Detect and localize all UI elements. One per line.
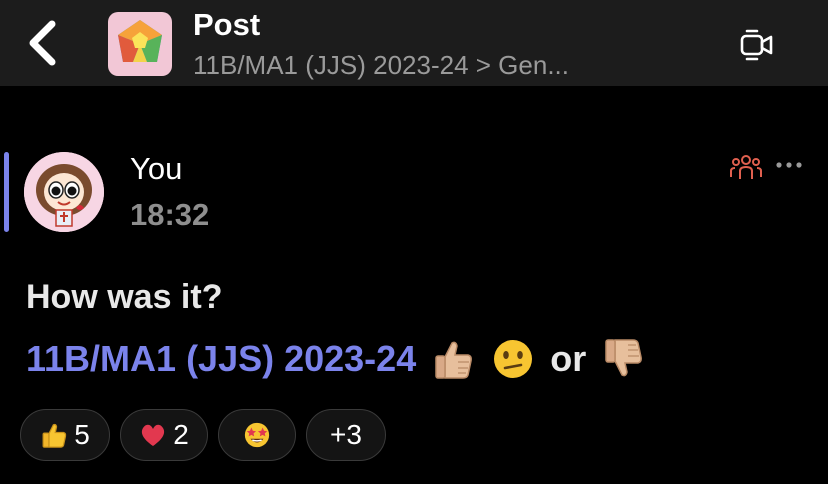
reaction-heart[interactable]: 2 bbox=[120, 409, 208, 461]
page-title: Post bbox=[193, 7, 261, 42]
cartoon-avatar-icon bbox=[24, 152, 104, 232]
thumbs-up-icon bbox=[40, 421, 68, 449]
author-name[interactable]: You bbox=[130, 150, 182, 188]
team-icon bbox=[728, 152, 764, 182]
thumbs-up-icon bbox=[435, 341, 473, 379]
confused-face-icon bbox=[494, 340, 533, 378]
dodecahedron-logo-icon bbox=[118, 20, 162, 62]
channel-breadcrumb[interactable]: 11B/MA1 (JJS) 2023-24 > Gen... bbox=[193, 48, 569, 82]
thumbs-up-emoji bbox=[430, 336, 476, 382]
star-struck-icon bbox=[243, 421, 271, 449]
reaction-star-struck[interactable] bbox=[218, 409, 296, 461]
post-accent-bar bbox=[4, 152, 9, 232]
channel-mention[interactable]: 11B/MA1 (JJS) 2023-24 bbox=[26, 336, 416, 382]
chevron-left-icon bbox=[29, 20, 56, 66]
post-body: 11B/MA1 (JJS) 2023-24 or bbox=[26, 336, 646, 382]
team-avatar[interactable] bbox=[108, 12, 172, 76]
avatar[interactable] bbox=[24, 152, 104, 232]
post-timestamp: 18:32 bbox=[130, 197, 210, 232]
more-reactions-button[interactable]: +3 bbox=[306, 409, 386, 461]
thumbs-down-emoji bbox=[600, 336, 646, 382]
ellipsis-icon bbox=[776, 162, 802, 168]
people-group-icon bbox=[730, 155, 762, 179]
more-reactions-count: +3 bbox=[330, 419, 362, 450]
reaction-like[interactable]: 5 bbox=[20, 409, 110, 461]
reactions-bar: 5 2 +3 bbox=[20, 409, 386, 461]
meet-now-button[interactable] bbox=[734, 22, 780, 68]
reaction-count: 2 bbox=[173, 419, 189, 450]
top-bar: Post 11B/MA1 (JJS) 2023-24 > Gen... bbox=[0, 0, 828, 86]
post-heading: How was it? bbox=[26, 278, 223, 316]
video-camera-icon bbox=[740, 29, 773, 61]
more-options-button[interactable] bbox=[772, 150, 806, 180]
reaction-count: 5 bbox=[74, 419, 90, 450]
thumbs-down-icon bbox=[605, 339, 643, 377]
confused-face-emoji bbox=[490, 336, 536, 382]
heart-icon bbox=[139, 421, 167, 449]
back-button[interactable] bbox=[18, 14, 66, 72]
connector-text: or bbox=[550, 338, 587, 379]
